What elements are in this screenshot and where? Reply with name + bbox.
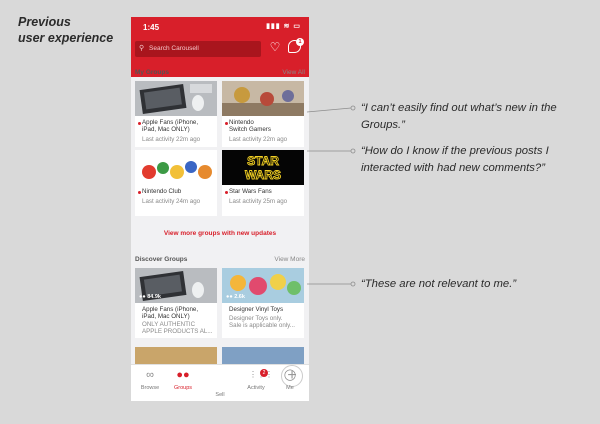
callout-not-relevant: “These are not relevant to me.” — [361, 276, 516, 293]
callout-line: “I can’t easily find out what’s new in t… — [361, 102, 557, 114]
callout-line: “How do I know if the previous posts I — [361, 145, 549, 157]
callout-connectors — [306, 105, 356, 287]
callout-line: Groups.” — [361, 119, 405, 131]
callout-line: “These are not relevant to me.” — [361, 278, 517, 290]
callout-line: interacted with had new comments?” — [361, 162, 545, 174]
callout-whats-new: “I can’t easily find out what’s new in t… — [361, 100, 557, 134]
callout-new-comments: “How do I know if the previous posts I i… — [361, 143, 549, 177]
